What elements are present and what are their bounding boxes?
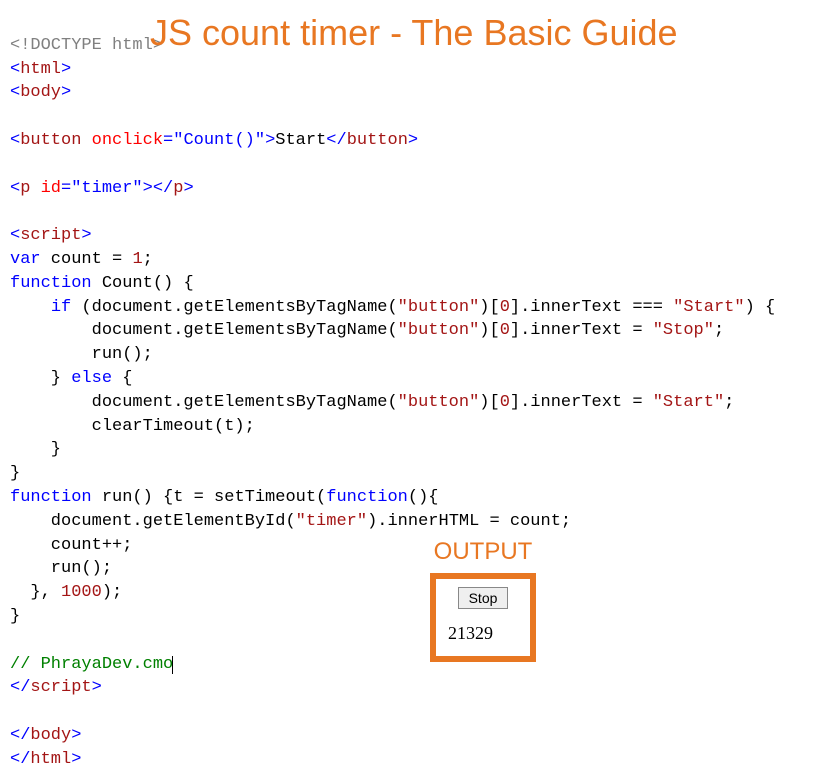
kw-function-2: function [10,488,92,507]
if-line: if (document.getElementsByTagName("butto… [10,298,775,317]
output-box: Stop 21329 [430,573,536,662]
semi: ; [143,250,153,269]
num-1: 1 [132,250,142,269]
tag-body-open: <body> [10,83,71,102]
tag-body-close: </body> [10,726,81,745]
fn-count-sig: Count() { [92,274,194,293]
kw-function-1: function [10,274,92,293]
stop-button[interactable]: Stop [458,587,509,609]
run-body-1: document.getElementById("timer").innerHT… [10,512,571,531]
clear-call: clearTimeout(t); [10,417,255,436]
run-call-1: run(); [10,345,153,364]
code-block: <!DOCTYPE html> <html> <body> <button on… [10,10,811,772]
output-panel: OUTPUT Stop 21329 [430,535,536,662]
tag-html-open: <html> [10,60,71,79]
var-line: count = [41,250,133,269]
else-line: } else { [10,369,132,388]
brace-inner: } [10,440,61,459]
page-title: JS count timer - The Basic Guide [150,8,678,58]
tag-html-close: </html> [10,750,81,769]
tag-script-close: </script> [10,678,102,697]
doctype: <!DOCTYPE html> [10,36,163,55]
run-close: }, 1000); [10,583,122,602]
comment: // PhrayaDev.cmo [10,655,173,674]
tag-p: <p id="timer"></p> [10,179,194,198]
assign-stop: document.getElementsByTagName("button")[… [10,321,724,340]
run-body-3: run(); [10,559,112,578]
tag-script-open: <script> [10,226,92,245]
text-cursor [172,656,173,674]
tag-button-close: </button> [326,131,418,150]
kw-var: var [10,250,41,269]
button-text: Start [275,131,326,150]
brace-fn1: } [10,464,20,483]
timer-value: 21329 [448,621,518,646]
brace-fn2: } [10,607,20,626]
tag-button-open: <button onclick="Count()"> [10,131,275,150]
run-body-2: count++; [10,536,132,555]
assign-start: document.getElementsByTagName("button")[… [10,393,734,412]
fn-run-sig: run() {t = setTimeout(function(){ [92,488,439,507]
output-label: OUTPUT [430,535,536,569]
